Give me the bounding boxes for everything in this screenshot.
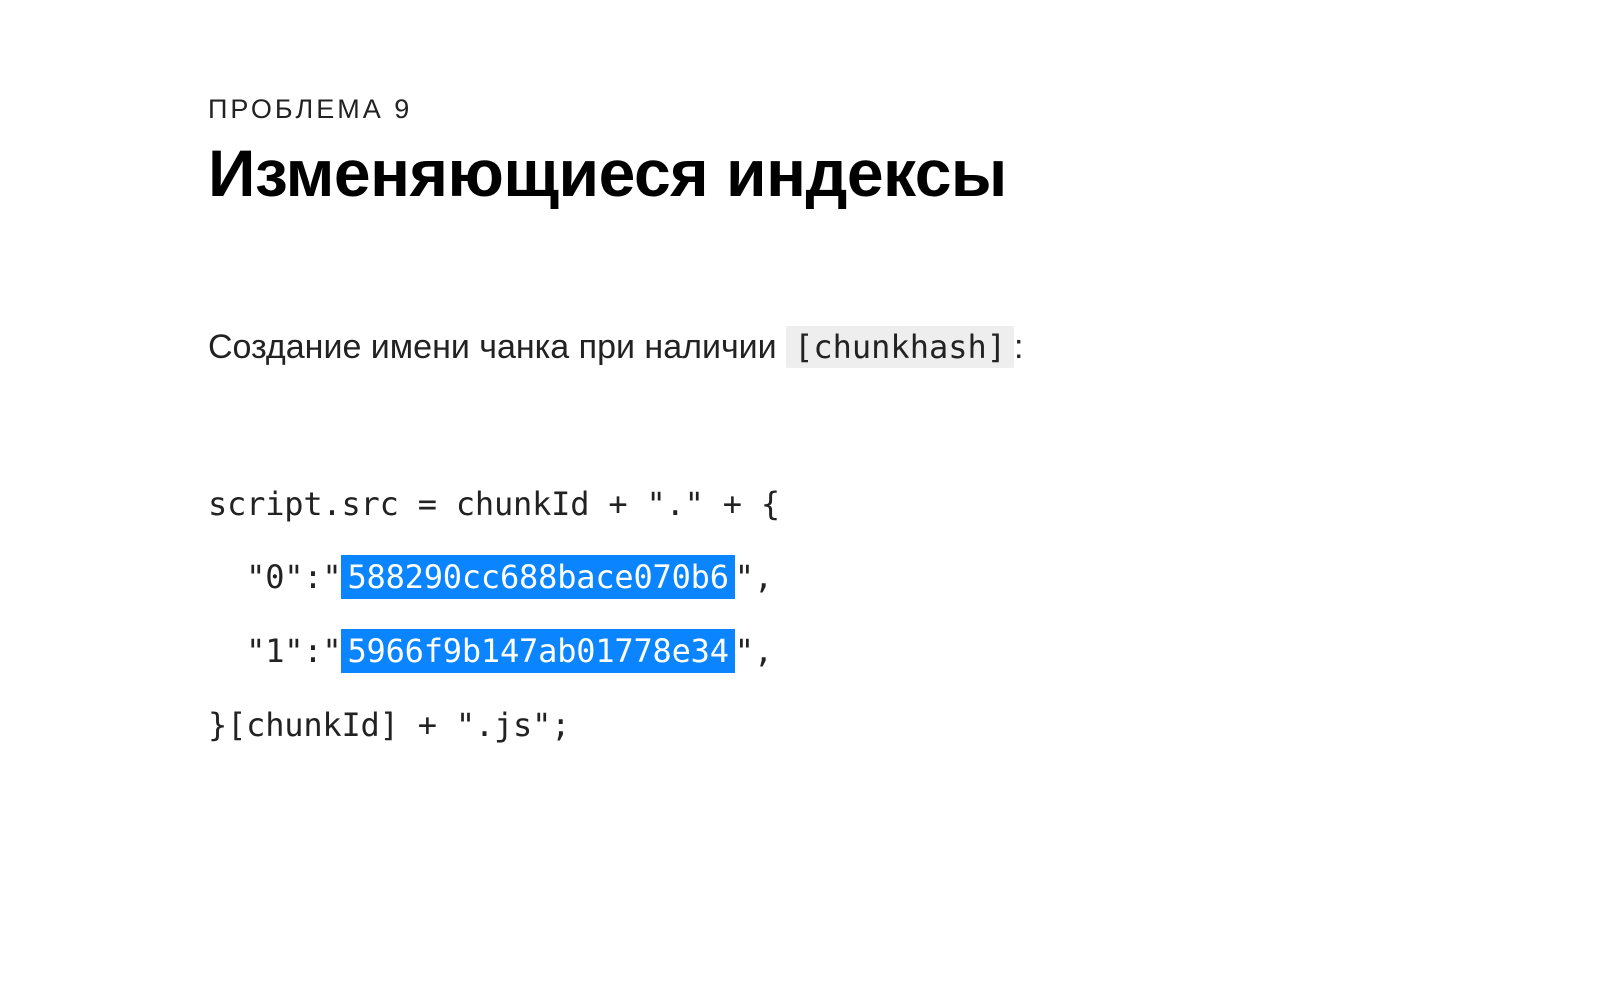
code-line-2-pre: "0":" (208, 558, 341, 596)
code-line-3-pre: "1":" (208, 632, 341, 670)
slide: ПРОБЛЕМА 9 Изменяющиеся индексы Создание… (0, 0, 1600, 1000)
lead-sentence: Создание имени чанка при наличии [chunkh… (208, 327, 1392, 368)
chunkhash-chip: [chunkhash] (786, 326, 1014, 368)
code-line-2-post: ", (735, 558, 773, 596)
code-block: script.src = chunkId + "." + { "0":"5882… (208, 468, 1392, 762)
hash-0: 588290cc688bace070b6 (341, 555, 734, 599)
hash-1: 5966f9b147ab01778e34 (341, 629, 734, 673)
code-line-4: }[chunkId] + ".js"; (208, 706, 570, 744)
lead-prefix: Создание имени чанка при наличии (208, 328, 786, 366)
lead-suffix: : (1014, 328, 1023, 366)
code-line-1: script.src = chunkId + "." + { (208, 485, 780, 523)
code-line-3-post: ", (735, 632, 773, 670)
slide-title: Изменяющиеся индексы (208, 135, 1392, 211)
eyebrow-label: ПРОБЛЕМА 9 (208, 94, 1392, 125)
